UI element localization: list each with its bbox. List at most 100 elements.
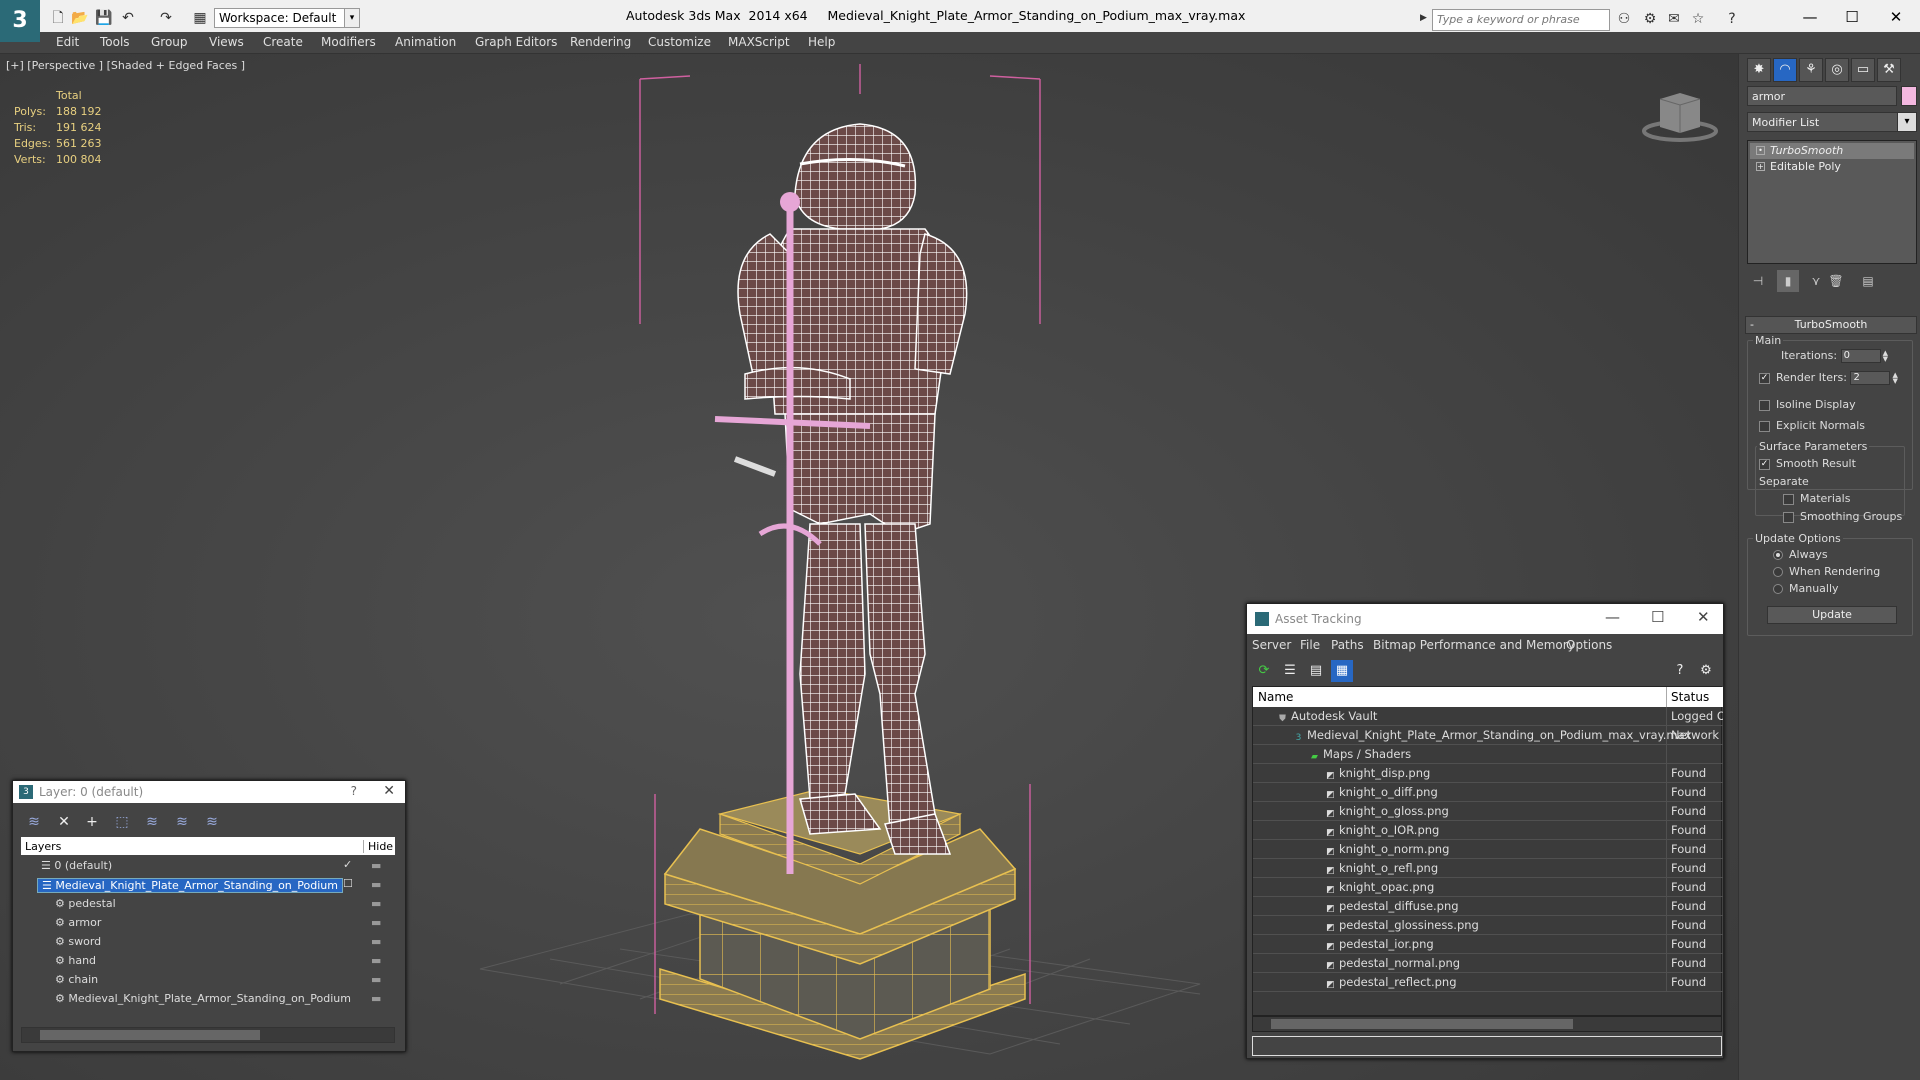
layer-row[interactable]: ⚙ sword ▬	[21, 933, 395, 952]
add-to-layer-icon[interactable]: +	[81, 811, 103, 833]
asset-row[interactable]: ⛊Autodesk Vault Logged Out	[1253, 707, 1723, 726]
favorites-star-icon[interactable]: ☆	[1688, 9, 1708, 29]
menu-server[interactable]: Server	[1252, 638, 1291, 652]
col-status[interactable]: Status	[1666, 687, 1709, 707]
viewcube-icon[interactable]	[1640, 89, 1720, 144]
smooth-result-checkbox[interactable]: ✓	[1759, 458, 1770, 470]
asset-row[interactable]: ◩ pedestal_normal.png Found	[1253, 954, 1723, 973]
create-tab-icon[interactable]: ✸	[1747, 58, 1771, 82]
menu-paths[interactable]: Paths	[1331, 638, 1364, 652]
scrollbar-thumb[interactable]	[40, 1030, 260, 1040]
close-button[interactable]: ✕	[1876, 4, 1916, 30]
select-objects-icon[interactable]: ⬚	[111, 811, 133, 833]
expand-plus-icon[interactable]: +	[1756, 162, 1765, 171]
hide-toggle[interactable]: ▬	[371, 859, 381, 872]
menu-rendering[interactable]: Rendering	[570, 35, 631, 49]
stack-item-turbosmooth[interactable]: • TurboSmooth	[1750, 143, 1914, 159]
menu-create[interactable]: Create	[263, 35, 303, 49]
display-tab-icon[interactable]: ▭	[1851, 58, 1875, 82]
delete-layer-icon[interactable]: ✕	[53, 811, 75, 833]
asset-row[interactable]: ◩ pedestal_diffuse.png Found	[1253, 897, 1723, 916]
refresh-icon[interactable]: ⟳	[1253, 660, 1275, 682]
list-view-icon[interactable]: ☰	[1279, 660, 1301, 682]
undo-icon[interactable]: ↶	[118, 8, 138, 28]
menu-edit[interactable]: Edit	[56, 35, 79, 49]
asset-row[interactable]: ◩ knight_o_diff.png Found	[1253, 783, 1723, 802]
options-icon[interactable]: ⚙	[1695, 660, 1717, 682]
search-expand-icon[interactable]: ▶	[1420, 13, 1427, 23]
menu-options[interactable]: Options	[1566, 638, 1612, 652]
asset-row[interactable]: ◩ knight_o_refl.png Found	[1253, 859, 1723, 878]
hide-toggle[interactable]: ▬	[371, 916, 381, 929]
asset-row[interactable]: ◩ knight_o_gloss.png Found	[1253, 802, 1723, 821]
render-iters-checkbox[interactable]: ✓	[1759, 372, 1770, 384]
workspace-menu-button[interactable]: ▾	[344, 8, 360, 28]
scrollbar-thumb[interactable]	[1271, 1019, 1573, 1029]
motion-tab-icon[interactable]: ◎	[1825, 58, 1849, 82]
modifier-list-dropdown[interactable]: Modifier List	[1747, 112, 1907, 132]
menu-file[interactable]: File	[1300, 638, 1320, 652]
menu-graph-editors[interactable]: Graph Editors	[475, 35, 557, 49]
maximize-button[interactable]: ☐	[1832, 4, 1872, 30]
asset-path-field[interactable]	[1252, 1036, 1722, 1056]
minimize-button[interactable]: —	[1790, 4, 1830, 30]
help-button[interactable]: ?	[351, 784, 357, 798]
menu-tools[interactable]: Tools	[100, 35, 130, 49]
col-name[interactable]: Name	[1258, 690, 1293, 704]
object-name-field[interactable]: armor	[1747, 86, 1897, 106]
help-icon[interactable]: ?	[1669, 660, 1691, 682]
chevron-down-icon[interactable]: ▾	[1897, 112, 1917, 132]
communication-icon[interactable]: ✉	[1664, 9, 1684, 29]
render-iters-spinner[interactable]: 2	[1850, 371, 1891, 385]
layer-row[interactable]: ⚙ Medieval_Knight_Plate_Armor_Standing_o…	[21, 990, 395, 1009]
hide-toggle[interactable]: ▬	[371, 897, 381, 910]
hide-toggle[interactable]: ▬	[371, 973, 381, 986]
col-layers[interactable]: Layers	[25, 840, 61, 853]
asset-tracking-titlebar[interactable]: Asset Tracking — ☐ ✕	[1247, 604, 1723, 634]
workspace-dropdown[interactable]: Workspace: Default ▾	[214, 8, 360, 28]
col-hide[interactable]: Hide	[363, 840, 393, 853]
layer-horizontal-scrollbar[interactable]	[21, 1027, 395, 1043]
lightbulb-icon[interactable]: •	[1756, 146, 1765, 155]
layer-row[interactable]: ⚙ armor ▬	[21, 914, 395, 933]
asset-row[interactable]: ◩ pedestal_reflect.png Found	[1253, 973, 1723, 992]
show-end-result-icon[interactable]: ▮	[1777, 270, 1799, 292]
binoculars-icon[interactable]: ⚇	[1614, 9, 1634, 29]
new-file-icon[interactable]: 🗋	[48, 8, 68, 28]
current-layer-box-icon[interactable]: ☐	[343, 877, 353, 890]
keyword-search-input[interactable]: Type a keyword or phrase	[1432, 9, 1610, 31]
subscription-icon[interactable]: ⚙	[1640, 9, 1660, 29]
utilities-tab-icon[interactable]: ⚒	[1877, 58, 1901, 82]
freeze-all-layers-icon[interactable]: ≋	[201, 811, 223, 833]
hierarchy-tab-icon[interactable]: ⚘	[1799, 58, 1823, 82]
layer-row[interactable]: ⚙ chain ▬	[21, 971, 395, 990]
when-rendering-radio[interactable]	[1773, 567, 1783, 577]
app-logo[interactable]: 3	[0, 0, 40, 42]
redo-icon[interactable]: ↷	[156, 8, 176, 28]
minimize-button[interactable]: —	[1605, 608, 1620, 626]
menu-bitmap-performance[interactable]: Bitmap Performance and Memory	[1373, 638, 1575, 652]
help-icon[interactable]: ?	[1722, 9, 1742, 29]
layer-row[interactable]: ☰ Medieval_Knight_Plate_Armor_Standing_o…	[21, 876, 395, 895]
smoothing-groups-checkbox[interactable]	[1783, 511, 1794, 523]
hide-all-layers-icon[interactable]: ≋	[171, 811, 193, 833]
open-file-icon[interactable]: 📂	[70, 8, 90, 28]
hide-toggle[interactable]: ▬	[371, 954, 381, 967]
asset-row[interactable]: ◩ knight_o_IOR.png Found	[1253, 821, 1723, 840]
hide-toggle[interactable]: ▬	[371, 935, 381, 948]
materials-checkbox[interactable]	[1783, 493, 1794, 505]
asset-row[interactable]: ▰ Maps / Shaders	[1253, 745, 1723, 764]
rollout-header[interactable]: - TurboSmooth	[1745, 316, 1917, 334]
hide-toggle[interactable]: ▬	[371, 992, 381, 1005]
layer-dialog-titlebar[interactable]: 3 Layer: 0 (default) ? ✕	[13, 781, 405, 803]
close-icon[interactable]: ✕	[383, 783, 395, 799]
thumbnail-view-icon[interactable]: ▤	[1305, 660, 1327, 682]
table-view-icon[interactable]: ▦	[1331, 660, 1353, 682]
explicit-normals-checkbox[interactable]	[1759, 420, 1770, 432]
modify-tab-icon[interactable]: ◠	[1773, 58, 1797, 82]
highlight-layer-icon[interactable]: ≋	[141, 811, 163, 833]
iterations-spinner[interactable]: 0	[1840, 349, 1881, 363]
asset-row[interactable]: 3 Medieval_Knight_Plate_Armor_Standing_on…	[1253, 726, 1723, 745]
layer-row[interactable]: ☰ 0 (default) ✓ ▬	[21, 857, 395, 876]
menu-maxscript[interactable]: MAXScript	[728, 35, 790, 49]
